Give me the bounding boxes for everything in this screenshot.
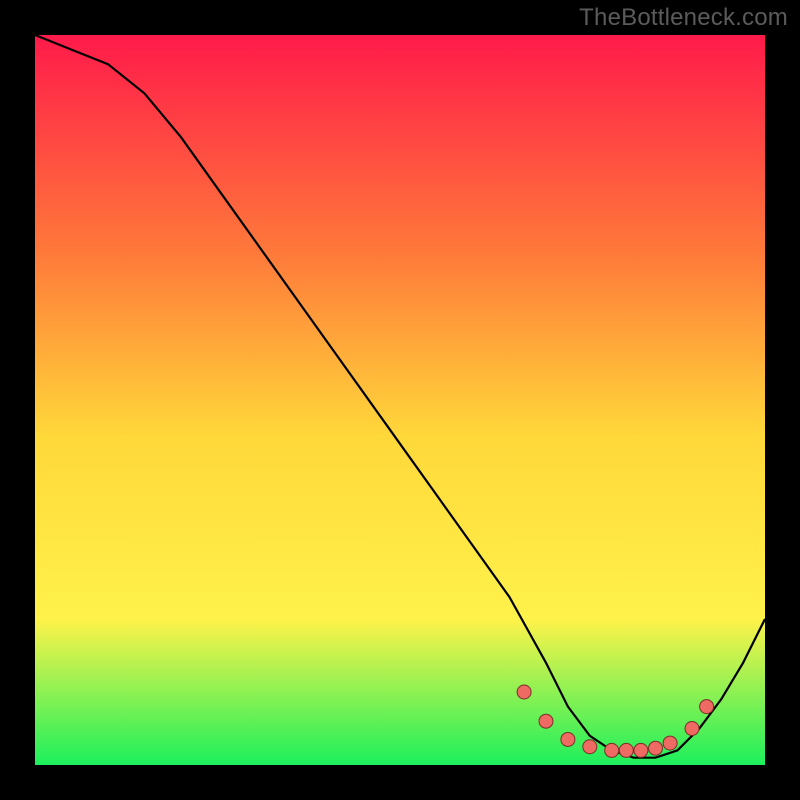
curve-marker bbox=[685, 722, 699, 736]
curve-marker bbox=[700, 700, 714, 714]
chart-frame: TheBottleneck.com bbox=[0, 0, 800, 800]
curve-marker bbox=[619, 743, 633, 757]
plot-area bbox=[35, 35, 765, 765]
curve-marker bbox=[649, 741, 663, 755]
curve-marker bbox=[539, 714, 553, 728]
curve-marker bbox=[517, 685, 531, 699]
curve-marker bbox=[663, 736, 677, 750]
gradient-background bbox=[35, 35, 765, 765]
curve-marker bbox=[561, 732, 575, 746]
curve-marker bbox=[583, 740, 597, 754]
chart-svg bbox=[35, 35, 765, 765]
curve-marker bbox=[634, 743, 648, 757]
watermark-text: TheBottleneck.com bbox=[579, 4, 788, 32]
curve-marker bbox=[605, 743, 619, 757]
